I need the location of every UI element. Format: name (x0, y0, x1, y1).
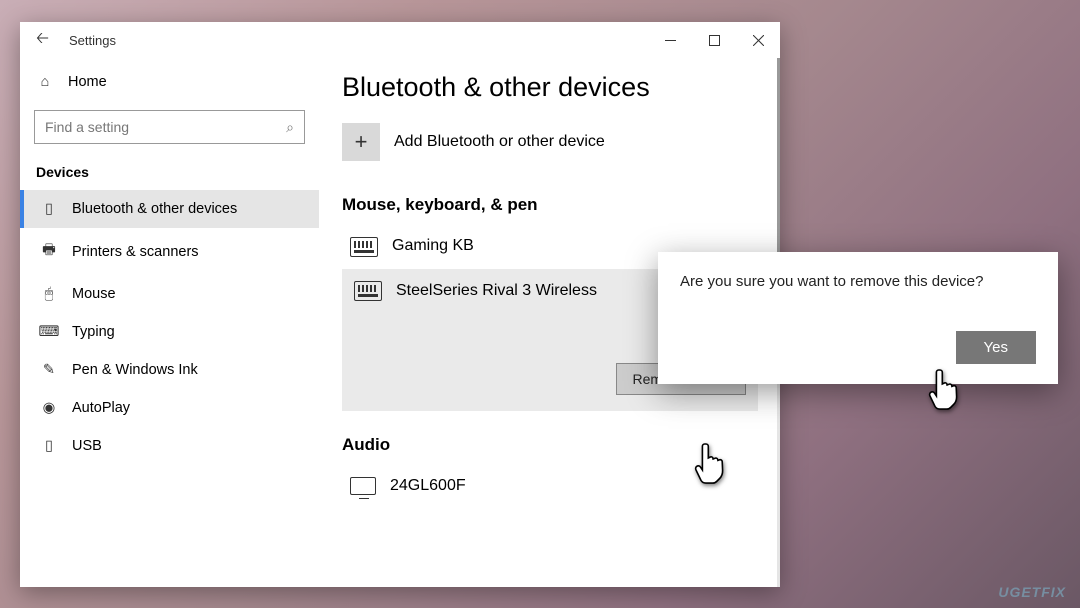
sidebar-item-printers[interactable]: 🖶 Printers & scanners (20, 228, 319, 275)
mouse-icon: 🖱 (40, 286, 58, 302)
sidebar-item-typing[interactable]: ⌨ Typing (20, 313, 319, 351)
printer-icon: 🖶 (40, 239, 58, 264)
device-label: Gaming KB (392, 237, 474, 255)
nav-label: USB (72, 438, 102, 454)
section-audio: Audio (342, 435, 758, 455)
home-icon: ⌂ (36, 74, 54, 90)
window-controls (648, 24, 780, 56)
back-button[interactable]: 🡠 (32, 23, 53, 58)
watermark: UGETFIX (998, 584, 1066, 600)
add-device-button[interactable]: + Add Bluetooth or other device (342, 123, 758, 161)
search-icon: ⌕ (286, 119, 294, 136)
section-mouse-keyboard-pen: Mouse, keyboard, & pen (342, 195, 758, 215)
nav-label: Pen & Windows Ink (72, 362, 198, 378)
device-item-monitor[interactable]: 24GL600F (342, 465, 758, 507)
add-device-label: Add Bluetooth or other device (394, 133, 605, 151)
pen-icon: ✎ (40, 362, 58, 378)
home-button[interactable]: ⌂ Home (20, 66, 319, 98)
monitor-icon (350, 477, 376, 495)
nav-label: Printers & scanners (72, 244, 199, 260)
keyboard-icon: ⌨ (40, 324, 58, 340)
keyboard-device-icon (354, 281, 382, 301)
sidebar-item-pen[interactable]: ✎ Pen & Windows Ink (20, 351, 319, 389)
dialog-message: Are you sure you want to remove this dev… (680, 272, 1036, 292)
device-label: SteelSeries Rival 3 Wireless (396, 282, 597, 300)
sidebar-item-bluetooth[interactable]: ▯ Bluetooth & other devices (20, 190, 319, 228)
search-input[interactable]: Find a setting ⌕ (34, 110, 305, 144)
sidebar-item-mouse[interactable]: 🖱 Mouse (20, 275, 319, 313)
nav-label: Bluetooth & other devices (72, 201, 237, 217)
device-label: 24GL600F (390, 477, 466, 495)
usb-icon: ▯ (40, 438, 58, 454)
sidebar-item-autoplay[interactable]: ◉ AutoPlay (20, 389, 319, 427)
plus-icon: + (342, 123, 380, 161)
page-heading: Bluetooth & other devices (342, 72, 758, 103)
maximize-button[interactable] (692, 24, 736, 56)
nav-label: AutoPlay (72, 400, 130, 416)
autoplay-icon: ◉ (40, 400, 58, 416)
search-placeholder: Find a setting (45, 119, 129, 135)
sidebar: ⌂ Home Find a setting ⌕ Devices ▯ Blueto… (20, 58, 320, 587)
close-button[interactable] (736, 24, 780, 56)
confirm-dialog: Are you sure you want to remove this dev… (658, 252, 1058, 384)
minimize-button[interactable] (648, 24, 692, 56)
sidebar-group-label: Devices (20, 158, 319, 190)
keyboard-device-icon (350, 237, 378, 257)
nav-label: Mouse (72, 286, 116, 302)
titlebar: 🡠 Settings (20, 22, 780, 58)
window-title: Settings (69, 33, 116, 48)
home-label: Home (68, 74, 107, 90)
nav-label: Typing (72, 324, 115, 340)
yes-button[interactable]: Yes (956, 331, 1036, 364)
sidebar-item-usb[interactable]: ▯ USB (20, 427, 319, 465)
bluetooth-icon: ▯ (40, 201, 58, 217)
scrollbar-thumb[interactable] (777, 58, 780, 278)
